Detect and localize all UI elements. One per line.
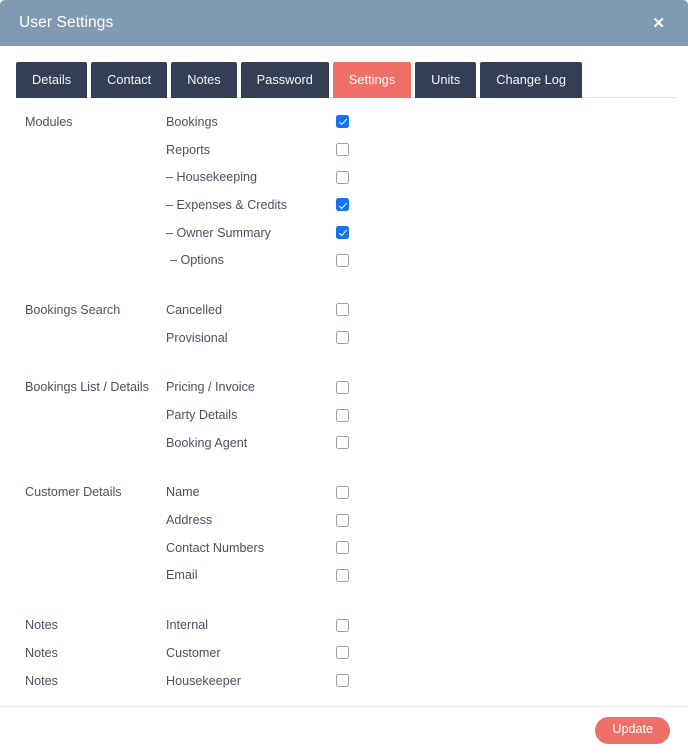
settings-option-checkbox[interactable] [336, 198, 349, 212]
settings-group: Bookings Search Cancelled Provisional [0, 296, 688, 351]
settings-option-checkbox[interactable] [336, 408, 349, 422]
settings-option-label: Internal [166, 618, 209, 633]
page-title: User Settings [19, 14, 114, 32]
settings-option-checkbox[interactable] [336, 674, 349, 688]
update-button[interactable]: Update [595, 717, 670, 744]
settings-group-label: Notes [25, 618, 58, 633]
settings-group-label: Customer Details [25, 485, 122, 500]
settings-content: Modules Bookings Reports – Housekeeping – Ex… [0, 98, 688, 706]
settings-row: – Owner Summary [0, 219, 688, 247]
settings-row: Notes Customer [0, 639, 688, 667]
settings-option-checkbox[interactable] [336, 303, 349, 317]
settings-option-label: Booking Agent [166, 435, 248, 450]
tab-change-log[interactable]: Change Log [480, 62, 582, 98]
settings-row: Party Details [0, 401, 688, 429]
settings-option-checkbox[interactable] [336, 170, 349, 184]
settings-group: Notes Internal Notes Customer Notes Housekeep… [0, 611, 688, 694]
tab-password[interactable]: Password [240, 62, 329, 98]
tab-settings[interactable]: Settings [332, 62, 412, 98]
settings-option-label: Customer [166, 645, 221, 660]
settings-row: Notes Internal [0, 611, 688, 639]
settings-option-checkbox[interactable] [336, 646, 349, 660]
settings-option-label: – Owner Summary [166, 225, 271, 240]
settings-group: Customer Details Name Address Contact Numbe… [0, 479, 688, 590]
settings-option-label: – Housekeeping [166, 170, 258, 185]
settings-row: Notes Housekeeper [0, 667, 688, 695]
settings-option-checkbox[interactable] [336, 568, 349, 582]
settings-row: Bookings List / Details Pricing / Invoice [0, 374, 688, 402]
settings-group-label: Notes [25, 645, 58, 660]
tab-strip: Details Contact Notes Password Settings Units… [0, 46, 688, 98]
settings-group-label: Bookings Search [25, 302, 121, 317]
settings-group: Modules Bookings Reports – Housekeeping – Ex… [0, 108, 688, 274]
settings-row: Email [0, 562, 688, 590]
settings-group-label: Notes [25, 673, 58, 688]
settings-option-checkbox[interactable] [336, 253, 349, 267]
settings-option-label: Cancelled [166, 302, 223, 317]
tab-details[interactable]: Details [16, 62, 88, 98]
modal-footer: Update [0, 706, 688, 754]
settings-option-checkbox[interactable] [336, 115, 349, 129]
settings-option-label: Housekeeper [166, 673, 241, 688]
settings-option-label: – Options [170, 253, 224, 268]
settings-option-label: Email [166, 568, 198, 583]
settings-option-label: – Expenses & Credits [166, 197, 288, 212]
settings-option-label: Party Details [166, 408, 238, 423]
settings-row: – Housekeeping [0, 163, 688, 191]
settings-option-checkbox[interactable] [336, 331, 349, 345]
settings-row: Provisional [0, 324, 688, 352]
modal-header: User Settings ✕ [0, 0, 688, 46]
settings-option-label: Provisional [166, 330, 228, 345]
settings-option-checkbox[interactable] [336, 380, 349, 394]
settings-option-checkbox[interactable] [336, 143, 349, 157]
settings-row: Modules Bookings [0, 108, 688, 136]
settings-group-label: Bookings List / Details [25, 380, 149, 395]
settings-group-label: Modules [25, 114, 73, 129]
tab-units[interactable]: Units [415, 62, 477, 98]
settings-option-label: Reports [166, 142, 211, 157]
settings-option-label: Bookings [166, 114, 218, 129]
settings-option-checkbox[interactable] [336, 618, 349, 632]
settings-row: – Options [0, 246, 688, 274]
settings-row: Customer Details Name [0, 479, 688, 507]
settings-option-label: Pricing / Invoice [166, 380, 255, 395]
settings-row: Booking Agent [0, 429, 688, 457]
settings-option-label: Address [166, 513, 213, 528]
close-icon[interactable]: ✕ [649, 14, 668, 33]
settings-option-checkbox[interactable] [336, 513, 349, 527]
settings-group: Bookings List / Details Pricing / Invoice… [0, 374, 688, 457]
settings-row: Bookings Search Cancelled [0, 296, 688, 324]
settings-option-checkbox[interactable] [336, 485, 349, 499]
settings-row: – Expenses & Credits [0, 191, 688, 219]
settings-option-label: Name [166, 485, 200, 500]
settings-option-checkbox[interactable] [336, 436, 349, 450]
tab-contact[interactable]: Contact [91, 62, 168, 98]
tab-notes[interactable]: Notes [171, 62, 237, 98]
settings-option-checkbox[interactable] [336, 541, 349, 555]
settings-row: Address [0, 506, 688, 534]
settings-row: Contact Numbers [0, 534, 688, 562]
settings-row: Reports [0, 136, 688, 164]
settings-option-label: Contact Numbers [166, 540, 264, 555]
settings-option-checkbox[interactable] [336, 226, 349, 240]
